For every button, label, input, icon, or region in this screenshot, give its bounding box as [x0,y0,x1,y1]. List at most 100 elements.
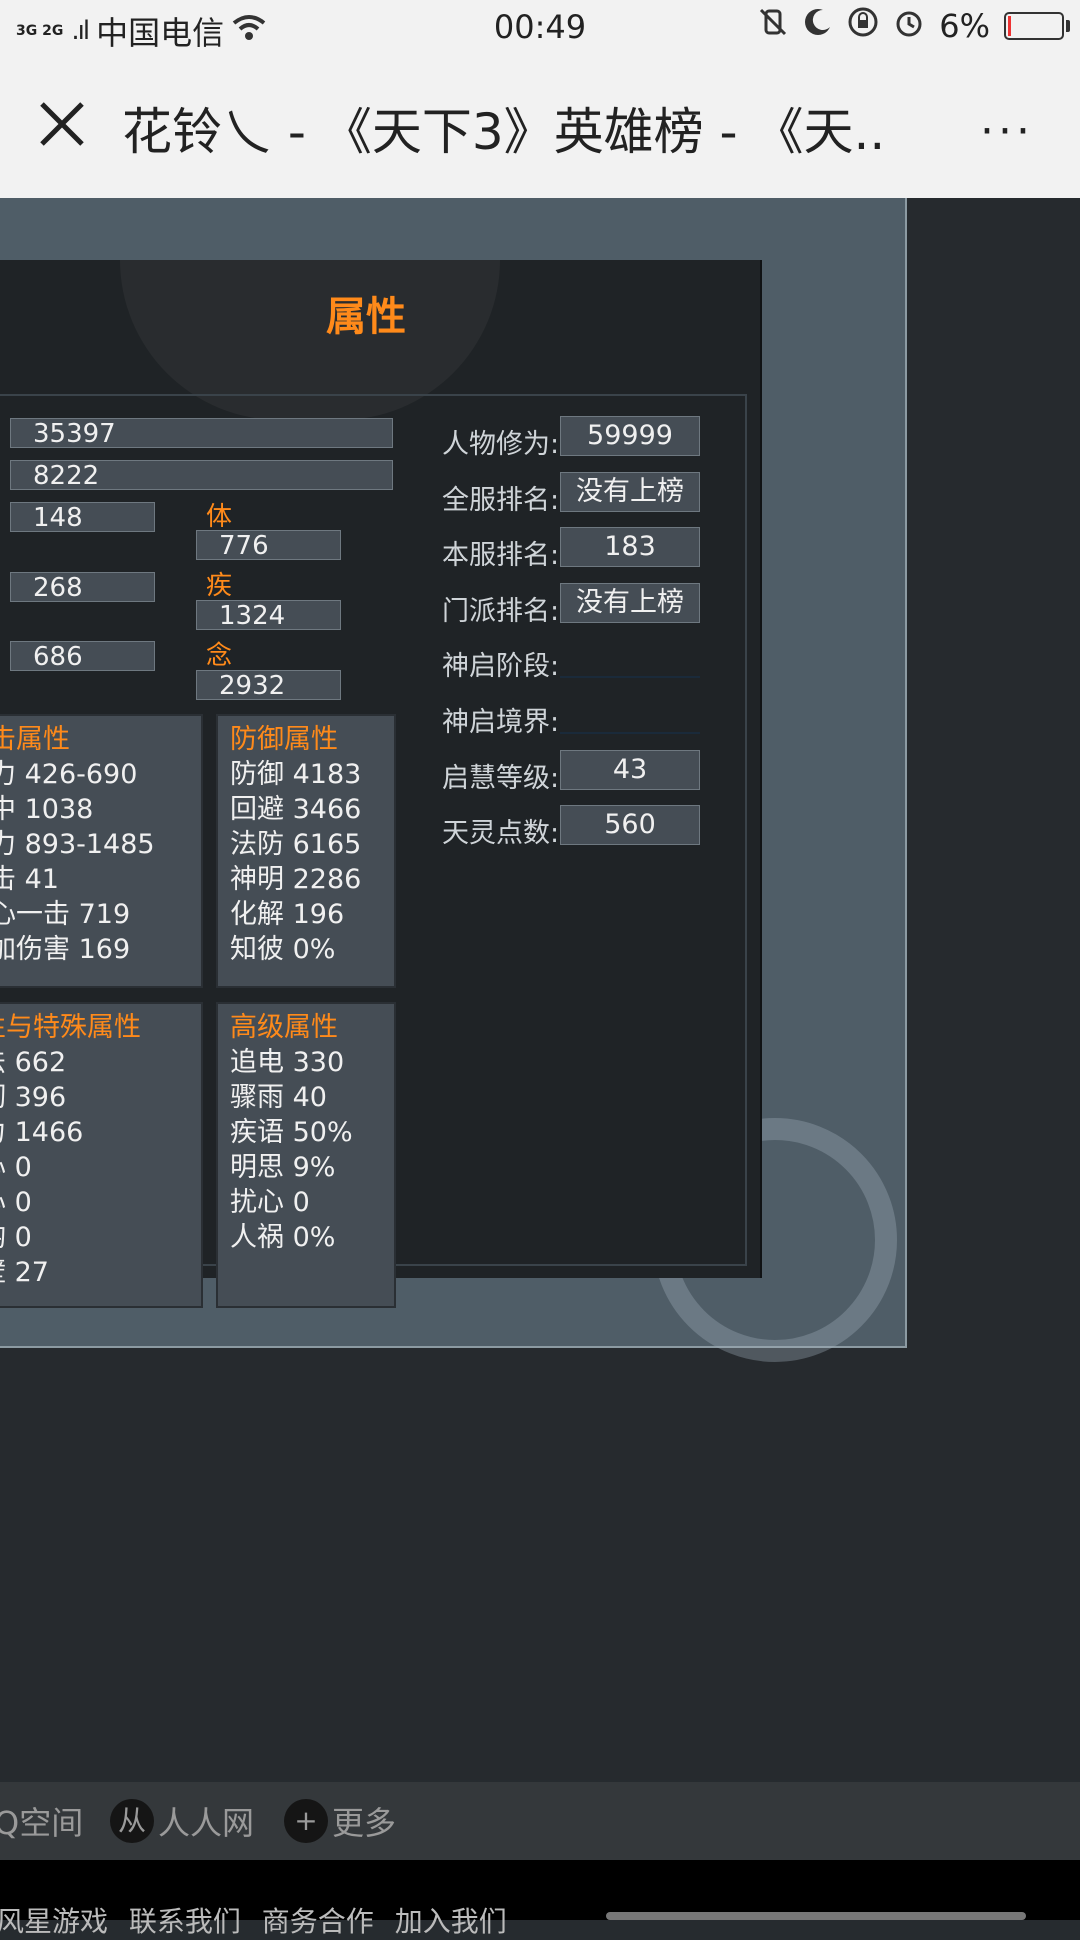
row-value: 0 [292,1187,310,1218]
row-label: 万钧 [0,1222,6,1253]
row-label: 法力 [0,829,16,860]
info-row-divine-realm: 神启境界: [442,700,700,739]
row-value: 426-690 [24,759,138,790]
row-label: 防御 [230,759,284,790]
row-value: 330 [292,1047,345,1078]
row-label: 回避 [230,794,284,825]
row-label: 附加伤害 [0,934,70,965]
row-value: 9% [292,1152,336,1183]
special-row: 万钧 0 [0,1220,201,1255]
close-icon[interactable] [34,96,90,152]
stat-value-nian: 2932 [196,670,341,701]
row-value: 41 [24,864,59,895]
special-row: 破法 662 [0,1045,201,1080]
row-label: 骤雨 [230,1082,284,1113]
special-row: 坚韧 396 [0,1080,201,1115]
row-value: 196 [292,899,345,930]
advanced-row: 疾语 50% [230,1115,394,1150]
info-value: 560 [560,805,700,845]
row-value: 1466 [14,1117,84,1148]
special-row: 御心 0 [0,1185,201,1220]
row-label: 定力 [0,1117,6,1148]
status-bar: 3G 2G .ıl 中国电信 00:49 6% [0,0,1080,56]
info-row-divine-stage: 神启阶段: [442,644,700,683]
row-label: 会击 [0,864,16,895]
row-label: 命中 [0,794,16,825]
defense-row: 回避 3466 [230,792,394,827]
stat-field-2: 8222 [10,460,393,491]
info-row-wisdom-level: 启慧等级: 43 [442,750,700,795]
stat-field-1: 35397 [10,418,393,449]
defense-row: 化解 196 [230,897,394,932]
defense-row: 防御 4183 [230,757,394,792]
info-row-server-rank: 本服排名: 183 [442,527,700,572]
rotation-lock-icon [847,6,879,46]
stat-label-ti: 体 [206,502,233,532]
browser-title-bar: 花铃乀 - 《天下3》英雄榜 - 《天... ··· [0,56,1080,198]
footer-links[interactable]: 风星游戏 联系我们 商务合作 加入我们 [0,1900,507,1940]
info-row-global-rank: 全服排名: 没有上榜 [442,472,700,517]
advanced-row: 骤雨 40 [230,1080,394,1115]
attack-header: 攻击属性 [0,724,70,755]
share-more[interactable]: + 更多 [284,1798,396,1844]
special-row: 诛心 0 [0,1150,201,1185]
row-value: 0% [292,934,336,965]
row-label: 破法 [0,1047,6,1078]
defense-header: 防御属性 [230,724,338,755]
battery-icon [1004,12,1070,40]
advanced-row: 扰心 0 [230,1185,394,1220]
info-label: 门派排名: [442,596,560,627]
row-value: 3466 [292,794,362,825]
special-row: 定力 1466 [0,1115,201,1150]
info-value: 没有上榜 [560,472,700,512]
row-label: 人祸 [230,1222,284,1253]
info-label: 神启阶段: [442,651,560,682]
share-qzone[interactable]: Q空间 [0,1798,83,1844]
info-value: 59999 [560,416,700,456]
row-label: 化解 [230,899,284,930]
share-renren[interactable]: 从 人人网 [110,1798,254,1844]
row-label: 神明 [230,864,284,895]
row-label: 诛心 [0,1152,6,1183]
attack-row: 会击 41 [0,862,201,897]
info-value [560,694,700,734]
info-row-cultivation: 人物修为: 59999 [442,416,700,461]
stat-label-ji: 疾 [206,571,233,601]
attack-attributes-box: 攻击属性 攻力 426-690 命中 1038 法力 893-1485 会击 4… [0,714,203,988]
info-label: 神启境界: [442,707,560,738]
info-label: 天灵点数: [442,818,560,849]
info-row-sect-rank: 门派排名: 没有上榜 [442,583,700,628]
row-value: 719 [78,899,131,930]
stat-value-ji: 1324 [196,600,341,631]
attack-row: 会心一击 719 [0,897,201,932]
row-value: 396 [14,1082,67,1113]
page-title: 花铃乀 - 《天下3》英雄榜 - 《天... [122,103,882,161]
row-value: 2286 [292,864,362,895]
scrollbar[interactable] [606,1912,1026,1920]
moon-icon [803,7,833,45]
info-value: 43 [560,750,700,790]
defense-attributes-box: 防御属性 防御 4183 回避 3466 法防 6165 神明 2286 化解 … [216,714,396,988]
row-value: 0 [14,1187,32,1218]
row-value: 0 [14,1222,32,1253]
vibrate-icon [757,6,789,46]
more-menu-icon[interactable]: ··· [980,106,1034,157]
advanced-row: 追电 330 [230,1045,394,1080]
row-value: 893-1485 [24,829,155,860]
battery-fill [1008,16,1011,36]
row-label: 疾语 [230,1117,284,1148]
stat-value-ti: 776 [196,530,341,561]
special-header: 抗性与特殊属性 [0,1012,141,1043]
share-bar: Q空间 从 人人网 + 更多 [0,1782,1080,1860]
info-value: 183 [560,527,700,567]
info-label: 启慧等级: [442,763,560,794]
footer: 风星游戏 联系我们 商务合作 加入我们 [0,1860,1080,1938]
row-label: 铁壁 [0,1257,6,1288]
info-label: 人物修为: [442,429,560,460]
advanced-row: 人祸 0% [230,1220,394,1255]
share-qzone-label: Q空间 [0,1804,84,1842]
stat-field-5: 686 [10,641,155,672]
row-value: 0 [14,1152,32,1183]
row-value: 40 [292,1082,327,1113]
special-row: 铁壁 27 [0,1255,201,1290]
